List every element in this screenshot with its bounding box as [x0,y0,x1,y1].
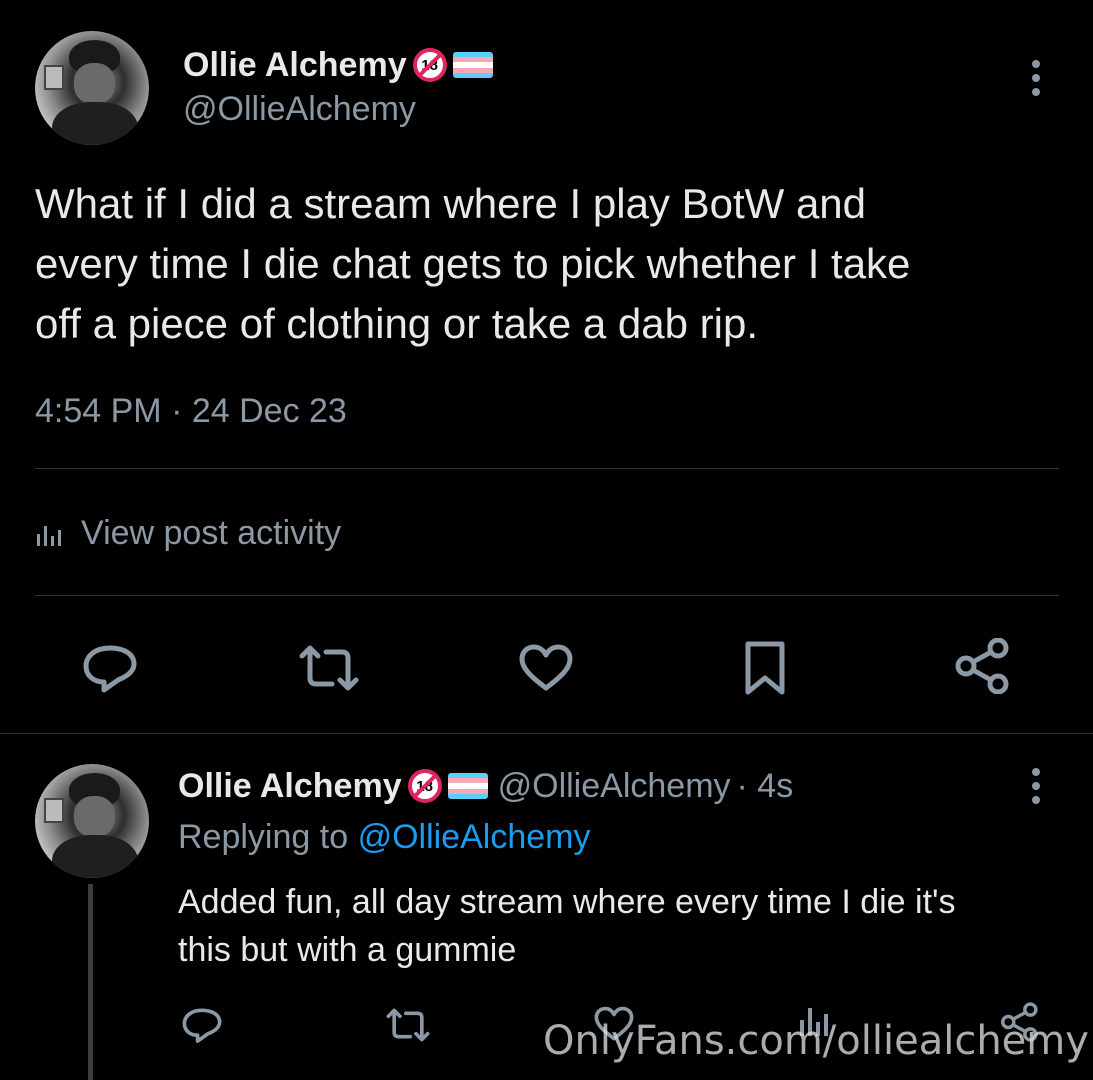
view-post-activity-link[interactable]: View post activity [35,514,341,553]
reply-author-row: Ollie Alchemy 18 @OllieAlchemy · 4s [178,764,793,808]
main-post-text: What if I did a stream where I play BotW… [35,174,910,354]
main-post-text-line: What if I did a stream where I play BotW… [35,180,867,227]
like-icon[interactable] [516,642,576,694]
main-post-timestamp[interactable]: 4:54 PM · 24 Dec 23 [35,392,347,431]
reply-text-line: Added fun, all day stream where every ti… [178,883,956,921]
adult-badge-icon: 18 [407,769,442,803]
main-post-author-row: Ollie Alchemy 18 [183,43,493,87]
divider [35,595,1059,596]
share-icon[interactable] [954,638,1012,694]
watermark-text: OnlyFans.com/olliealchemy [543,1018,1089,1064]
replying-to-handle-link[interactable]: @OllieAlchemy [358,818,591,856]
thread-line [88,884,93,1080]
main-post-author-name[interactable]: Ollie Alchemy [183,46,407,85]
adult-badge-icon: 18 [412,48,447,82]
reply-author-name[interactable]: Ollie Alchemy [178,767,402,806]
main-post-avatar[interactable] [35,31,149,145]
divider [0,733,1093,734]
reply-text: Added fun, all day stream where every ti… [178,878,956,974]
main-post-text-line: every time I die chat gets to pick wheth… [35,240,911,287]
main-post-author-handle[interactable]: @OllieAlchemy [183,90,416,129]
reply-icon[interactable] [80,642,140,694]
more-icon[interactable] [1024,58,1048,98]
replying-to-prefix: Replying to [178,818,349,856]
view-post-activity-label: View post activity [81,514,342,552]
adult-badge-text: 18 [416,777,433,795]
replying-to-line: Replying to @OllieAlchemy [178,818,590,857]
reply-time-ago[interactable]: · 4s [737,767,794,806]
adult-badge-text: 18 [421,56,438,74]
reply-author-handle[interactable]: @OllieAlchemy [498,767,731,806]
repost-icon[interactable] [296,642,362,694]
reply-avatar[interactable] [35,764,149,878]
trans-flag-icon [447,773,488,799]
more-icon[interactable] [1024,766,1048,806]
reply-text-line: this but with a gummie [178,931,517,969]
repost-icon[interactable] [384,1006,432,1044]
bookmark-icon[interactable] [740,640,790,696]
analytics-icon [35,520,67,548]
reply-icon[interactable] [180,1005,224,1045]
divider [35,468,1059,469]
trans-flag-icon [452,52,493,78]
main-post-text-line: off a piece of clothing or take a dab ri… [35,300,759,347]
